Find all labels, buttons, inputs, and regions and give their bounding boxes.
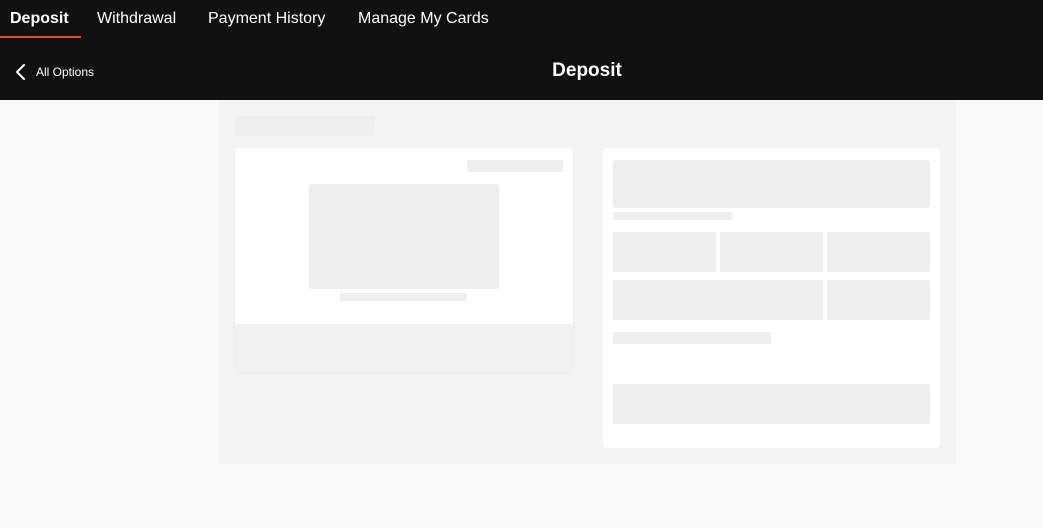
chevron-left-icon bbox=[16, 64, 25, 80]
skeleton-input bbox=[613, 160, 930, 208]
tab-bar: Deposit Withdrawal Payment History Manag… bbox=[0, 0, 489, 38]
skeleton-amount-option bbox=[720, 232, 823, 272]
skeleton-card-footer bbox=[235, 324, 573, 372]
skeleton-amount-option bbox=[613, 232, 716, 272]
deposit-content-loading bbox=[219, 100, 956, 464]
page-title: Deposit bbox=[552, 60, 622, 81]
skeleton-amount-option bbox=[827, 232, 930, 272]
top-bar: Deposit Withdrawal Payment History Manag… bbox=[0, 0, 1043, 100]
back-label: All Options bbox=[36, 65, 95, 79]
skeleton-line bbox=[613, 332, 771, 344]
skeleton-line bbox=[613, 212, 733, 220]
tab-withdrawal[interactable]: Withdrawal bbox=[81, 0, 193, 38]
skeleton-submit-button bbox=[613, 384, 930, 424]
skeleton-line bbox=[467, 160, 563, 172]
skeleton-amount-option bbox=[827, 280, 930, 320]
skeleton-heading bbox=[235, 116, 375, 136]
skeleton-line bbox=[340, 293, 467, 301]
tab-payment-history[interactable]: Payment History bbox=[193, 0, 342, 38]
back-to-all-options-button[interactable]: All Options bbox=[15, 62, 94, 82]
deposit-form-skeleton bbox=[603, 148, 940, 448]
tab-deposit[interactable]: Deposit bbox=[0, 0, 81, 38]
skeleton-amount-option bbox=[613, 280, 823, 320]
payment-method-card-skeleton bbox=[235, 148, 573, 372]
tab-manage-my-cards[interactable]: Manage My Cards bbox=[342, 0, 489, 38]
skeleton-image bbox=[309, 184, 499, 289]
